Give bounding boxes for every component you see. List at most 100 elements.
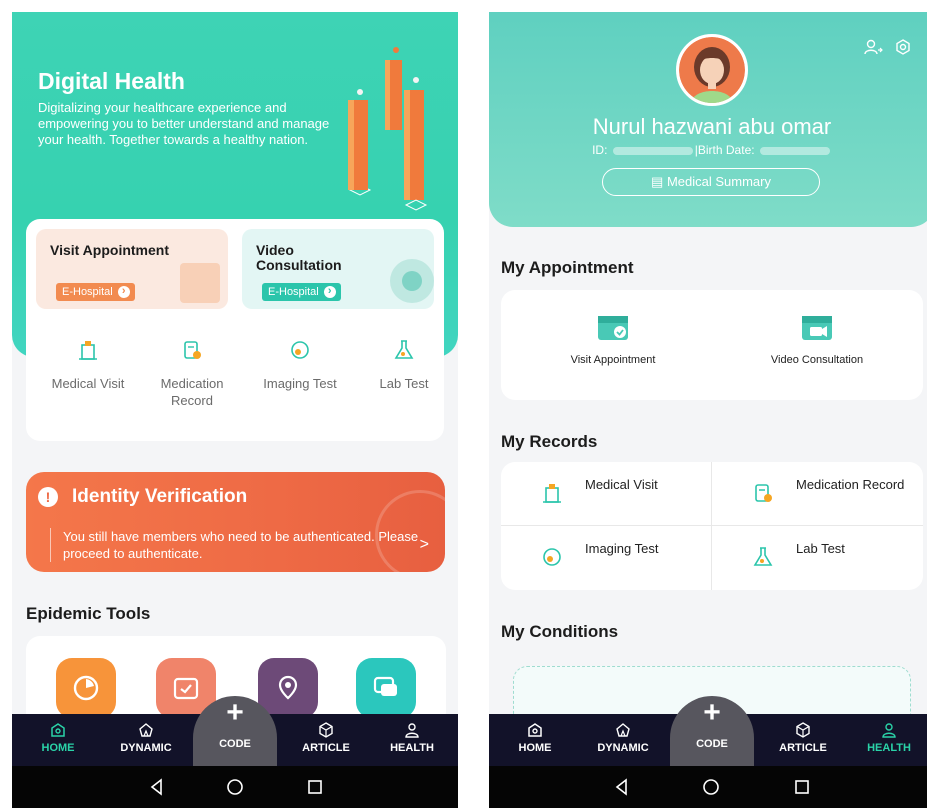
home-circle-icon[interactable] (702, 778, 720, 796)
nav-home[interactable]: HOME (18, 722, 98, 754)
imaging-test-record[interactable]: Imaging Test (501, 526, 711, 589)
visit-appointment-label: Visit Appointment (570, 354, 656, 366)
back-icon[interactable] (613, 778, 631, 796)
imaging-test-label: Imaging Test (263, 376, 337, 391)
record-shortcuts: Medical Visit Medication Record Imaging … (26, 339, 444, 429)
nav-article-label: ARTICLE (302, 742, 350, 754)
imaging-icon (543, 548, 561, 566)
nav-home[interactable]: HOME (495, 722, 575, 754)
my-records-title: My Records (501, 432, 598, 451)
nav-article[interactable]: ARTICLE (286, 722, 366, 754)
nav-health-label: HEALTH (867, 742, 911, 754)
user-meta: ID: |Birth Date: (489, 143, 927, 157)
nav-dynamic[interactable]: DYNAMIC (106, 722, 186, 754)
health-screen: Nurul hazwani abu omar ID: |Birth Date: … (489, 12, 927, 808)
nav-home-label: HOME (41, 742, 75, 754)
lab-test-shortcut[interactable]: Lab Test (352, 339, 456, 392)
visit-appointment-card[interactable]: Visit Appointment E-Hospital (36, 229, 228, 309)
calendar-icon (180, 263, 220, 303)
medical-summary-button[interactable]: ▤ Medical Summary (602, 168, 820, 196)
code-label: CODE (219, 738, 251, 750)
nav-dynamic[interactable]: DYNAMIC (583, 722, 663, 754)
user-name: Nurul hazwani abu omar (592, 114, 832, 139)
alert-icon: ! (38, 487, 58, 507)
identity-message: You still have members who need to be au… (50, 528, 420, 562)
hero-description: Digitalizing your healthcare experience … (38, 100, 330, 147)
plus-icon: + (226, 696, 244, 729)
chevron-right-icon[interactable]: > (420, 536, 429, 554)
profile-header: Nurul hazwani abu omar ID: |Birth Date: … (489, 12, 927, 227)
user-avatar-icon (679, 37, 745, 103)
video-consultation-card[interactable]: Video Consultation E-Hospital (242, 229, 434, 309)
flask-icon (394, 340, 414, 359)
medical-visit-label: Medical Visit (51, 376, 125, 391)
plus-icon: + (703, 696, 721, 729)
appointment-card: Visit Appointment Video Consultation (501, 290, 923, 400)
lab-test-record[interactable]: Lab Test (712, 526, 922, 589)
video-consultation-button[interactable]: Video Consultation (737, 312, 897, 368)
medical-visit-record[interactable]: Medical Visit (501, 462, 711, 525)
id-label: ID: (592, 143, 608, 157)
recents-icon[interactable] (793, 778, 811, 796)
radar-tool-button[interactable] (56, 658, 116, 718)
person-icon (882, 723, 896, 738)
switch-user-icon[interactable] (864, 39, 883, 55)
nav-health-label: HEALTH (390, 742, 434, 754)
medication-icon (184, 341, 201, 359)
home-icon (51, 723, 65, 737)
medication-record-shortcut[interactable]: Medication Record (140, 339, 244, 409)
medication-icon (755, 484, 772, 502)
webcam-icon (390, 259, 434, 303)
recents-icon[interactable] (306, 778, 324, 796)
dynamic-icon (139, 723, 153, 737)
avatar[interactable] (676, 34, 748, 106)
redacted-id (612, 146, 693, 155)
nav-health[interactable]: HEALTH (372, 722, 452, 754)
bottom-navigation: HOME DYNAMIC + CODE ARTICLE HEALTH (489, 696, 927, 766)
bottom-navigation: HOME DYNAMIC + CODE ARTICLE HEALTH (12, 696, 458, 766)
settings-icon[interactable] (896, 39, 910, 55)
hero-title: Digital Health (38, 68, 185, 94)
chat-tool-button[interactable] (356, 658, 416, 718)
my-conditions-title: My Conditions (501, 622, 619, 641)
my-appointment-title: My Appointment (501, 258, 634, 277)
services-card: Visit Appointment E-Hospital Video Consu… (26, 219, 444, 441)
home-icon (528, 723, 542, 737)
code-button[interactable]: + CODE (670, 696, 754, 766)
system-navigation-bar (12, 766, 458, 808)
map-pin-icon (278, 675, 298, 700)
medication-record-record[interactable]: Medication Record (712, 462, 922, 525)
imaging-test-shortcut[interactable]: Imaging Test (248, 339, 352, 392)
medical-visit-label: Medical Visit (585, 477, 658, 492)
visit-e-hospital-tag[interactable]: E-Hospital (56, 283, 135, 301)
lab-test-label: Lab Test (796, 541, 845, 556)
redacted-birth-date (759, 146, 830, 155)
identity-verification-banner[interactable]: ! Identity Verification You still have m… (26, 472, 445, 572)
home-circle-icon[interactable] (226, 778, 244, 796)
nav-dynamic-label: DYNAMIC (120, 742, 172, 754)
chat-icon (373, 676, 397, 696)
article-icon (319, 722, 333, 738)
nav-article[interactable]: ARTICLE (763, 722, 843, 754)
medical-summary-label: Medical Summary (666, 174, 771, 189)
code-label: CODE (696, 738, 728, 750)
medication-record-label: Medication Record (160, 376, 224, 408)
video-icon (802, 316, 832, 340)
code-button[interactable]: + CODE (193, 696, 277, 766)
document-icon: ▤ (651, 174, 667, 189)
medical-visit-shortcut[interactable]: Medical Visit (36, 339, 140, 392)
video-e-hospital-tag[interactable]: E-Hospital (262, 283, 341, 301)
video-consultation-label: Video Consultation (770, 354, 864, 366)
lab-test-label: Lab Test (379, 376, 429, 391)
birth-date-label: |Birth Date: (694, 143, 755, 157)
visit-appointment-button[interactable]: Visit Appointment (533, 312, 693, 368)
epidemic-tools-title: Epidemic Tools (26, 604, 151, 623)
imaging-test-label: Imaging Test (585, 541, 659, 556)
back-icon[interactable] (148, 778, 166, 796)
medication-record-label: Medication Record (796, 477, 905, 492)
hospital-icon (79, 341, 97, 360)
nav-health[interactable]: HEALTH (849, 722, 927, 754)
hospital-icon (543, 484, 561, 503)
home-screen: Digital Health Digitalizing your healthc… (12, 12, 458, 808)
imaging-icon (291, 341, 309, 359)
